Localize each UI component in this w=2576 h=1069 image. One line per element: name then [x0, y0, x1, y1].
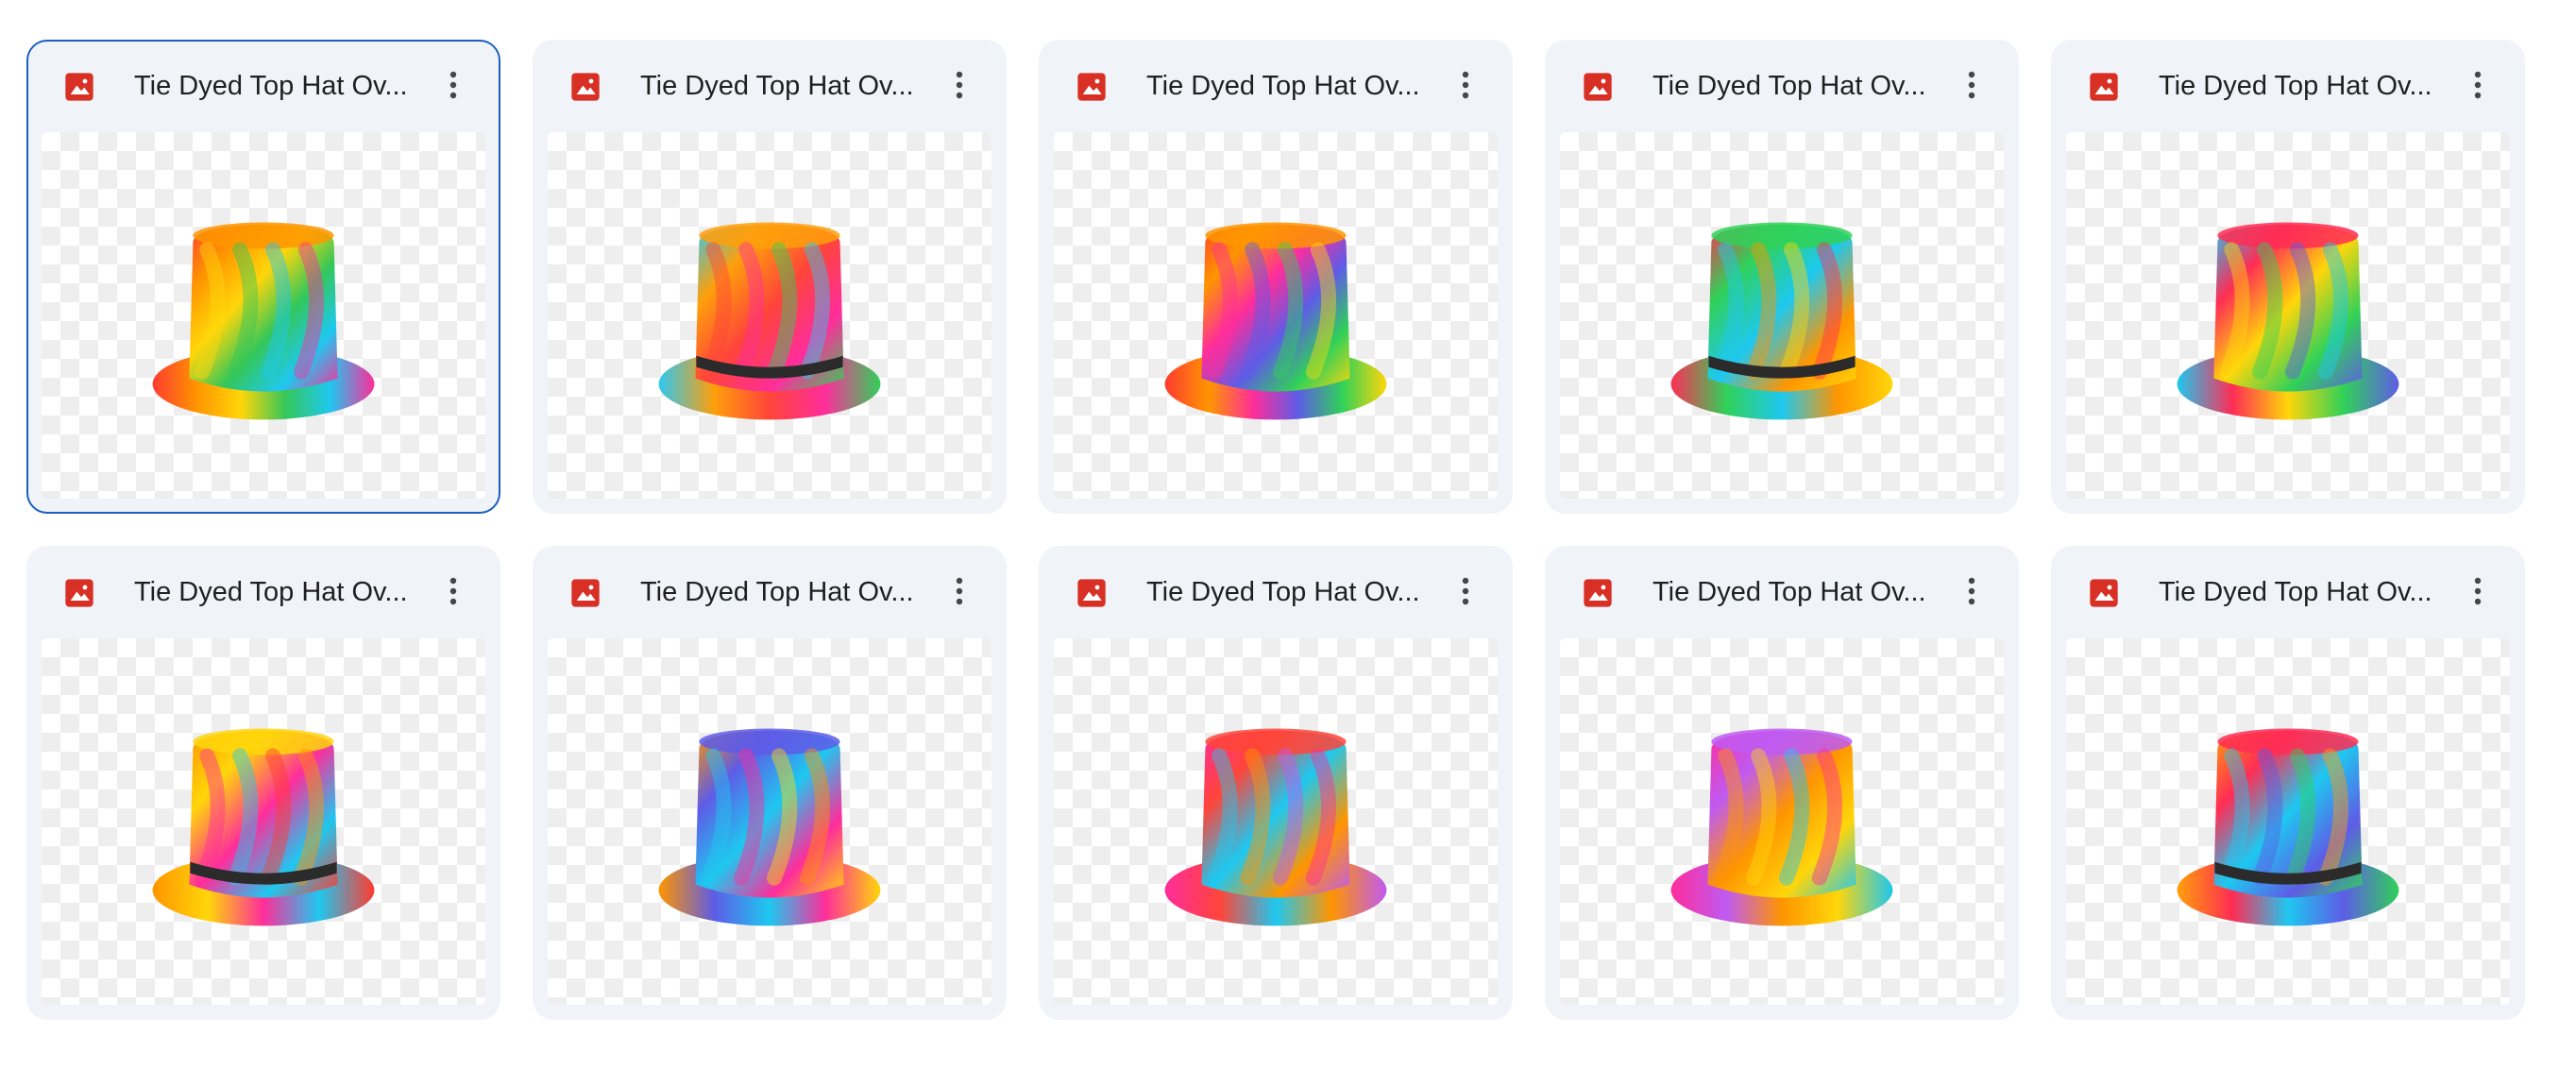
file-title[interactable]: Tie Dyed Top Hat Ov... — [2159, 574, 2451, 610]
file-card-header: Tie Dyed Top Hat Ov... — [28, 42, 499, 132]
more-options-button[interactable] — [431, 568, 476, 614]
hat-top — [2217, 728, 2359, 755]
file-thumbnail[interactable] — [42, 132, 485, 499]
more-options-button[interactable] — [1949, 568, 1994, 614]
file-thumbnail[interactable] — [548, 638, 991, 1005]
top-hat-image — [152, 728, 375, 926]
file-card[interactable]: Tie Dyed Top Hat Ov... — [533, 546, 1007, 1020]
file-thumbnail[interactable] — [2066, 638, 2510, 1005]
file-card-header: Tie Dyed Top Hat Ov... — [1041, 548, 1511, 638]
file-card-header: Tie Dyed Top Hat Ov... — [1547, 42, 2017, 132]
top-hat-image — [152, 222, 375, 420]
hat-top — [2217, 222, 2359, 249]
image-file-icon — [1077, 579, 1106, 607]
hat-top — [193, 728, 334, 755]
file-thumbnail[interactable] — [548, 132, 991, 499]
top-hat-image — [658, 222, 881, 420]
hat-top — [1711, 222, 1853, 249]
file-title[interactable]: Tie Dyed Top Hat Ov... — [640, 68, 933, 104]
more-vert-icon — [2474, 71, 2482, 99]
file-card[interactable]: Tie Dyed Top Hat Ov... — [1545, 40, 2019, 514]
file-card[interactable]: Tie Dyed Top Hat Ov... — [2051, 546, 2525, 1020]
more-options-button[interactable] — [2455, 568, 2500, 614]
image-file-icon — [65, 73, 93, 101]
file-card-header: Tie Dyed Top Hat Ov... — [28, 548, 499, 638]
hat-top — [193, 222, 334, 249]
more-options-button[interactable] — [937, 568, 982, 614]
image-file-icon — [571, 73, 600, 101]
file-thumbnail[interactable] — [1560, 132, 2004, 499]
image-file-icon — [1584, 579, 1612, 607]
file-card-header: Tie Dyed Top Hat Ov... — [1547, 548, 2017, 638]
more-options-button[interactable] — [431, 62, 476, 108]
more-options-button[interactable] — [1443, 62, 1488, 108]
top-hat-image — [658, 728, 881, 926]
top-hat-image — [2177, 728, 2399, 926]
top-hat-image — [1670, 222, 1893, 420]
hat-top — [699, 222, 840, 249]
image-file-icon — [1077, 73, 1106, 101]
image-file-icon — [2090, 73, 2118, 101]
hat-top — [1205, 728, 1347, 755]
hat-top — [1711, 728, 1853, 755]
file-title[interactable]: Tie Dyed Top Hat Ov... — [640, 574, 933, 610]
more-vert-icon — [1462, 577, 1469, 605]
top-hat-image — [1164, 222, 1387, 420]
file-thumbnail[interactable] — [1054, 638, 1498, 1005]
file-card[interactable]: Tie Dyed Top Hat Ov... — [2051, 40, 2525, 514]
top-hat-image — [2177, 222, 2399, 420]
more-options-button[interactable] — [937, 62, 982, 108]
more-vert-icon — [1968, 577, 1975, 605]
more-options-button[interactable] — [1443, 568, 1488, 614]
hat-top — [699, 728, 840, 755]
more-options-button[interactable] — [1949, 62, 1994, 108]
more-vert-icon — [956, 577, 963, 605]
top-hat-image — [1164, 728, 1387, 926]
file-thumbnail[interactable] — [2066, 132, 2510, 499]
more-vert-icon — [1968, 71, 1975, 99]
file-card[interactable]: Tie Dyed Top Hat Ov... — [1039, 40, 1513, 514]
top-hat-image — [1670, 728, 1893, 926]
file-thumbnail[interactable] — [1054, 132, 1498, 499]
more-options-button[interactable] — [2455, 62, 2500, 108]
more-vert-icon — [449, 577, 457, 605]
file-card[interactable]: Tie Dyed Top Hat Ov... — [533, 40, 1007, 514]
file-title[interactable]: Tie Dyed Top Hat Ov... — [1146, 68, 1439, 104]
image-file-icon — [65, 579, 93, 607]
more-vert-icon — [956, 71, 963, 99]
image-file-icon — [2090, 579, 2118, 607]
image-file-icon — [1584, 73, 1612, 101]
image-file-icon — [571, 579, 600, 607]
more-vert-icon — [2474, 577, 2482, 605]
file-grid: Tie Dyed Top Hat Ov... Tie Dyed Top Hat … — [26, 40, 2525, 1020]
file-card[interactable]: Tie Dyed Top Hat Ov... — [1039, 546, 1513, 1020]
file-thumbnail[interactable] — [1560, 638, 2004, 1005]
file-card-header: Tie Dyed Top Hat Ov... — [534, 548, 1005, 638]
file-title[interactable]: Tie Dyed Top Hat Ov... — [1652, 574, 1945, 610]
file-title[interactable]: Tie Dyed Top Hat Ov... — [134, 574, 427, 610]
more-vert-icon — [449, 71, 457, 99]
file-title[interactable]: Tie Dyed Top Hat Ov... — [134, 68, 427, 104]
file-title[interactable]: Tie Dyed Top Hat Ov... — [1652, 68, 1945, 104]
file-title[interactable]: Tie Dyed Top Hat Ov... — [1146, 574, 1439, 610]
file-card-header: Tie Dyed Top Hat Ov... — [534, 42, 1005, 132]
more-vert-icon — [1462, 71, 1469, 99]
file-card-header: Tie Dyed Top Hat Ov... — [2053, 548, 2523, 638]
file-thumbnail[interactable] — [42, 638, 485, 1005]
file-card-header: Tie Dyed Top Hat Ov... — [2053, 42, 2523, 132]
file-title[interactable]: Tie Dyed Top Hat Ov... — [2159, 68, 2451, 104]
file-card[interactable]: Tie Dyed Top Hat Ov... — [26, 40, 500, 514]
file-card[interactable]: Tie Dyed Top Hat Ov... — [26, 546, 500, 1020]
hat-top — [1205, 222, 1347, 249]
file-card-header: Tie Dyed Top Hat Ov... — [1041, 42, 1511, 132]
file-card[interactable]: Tie Dyed Top Hat Ov... — [1545, 546, 2019, 1020]
